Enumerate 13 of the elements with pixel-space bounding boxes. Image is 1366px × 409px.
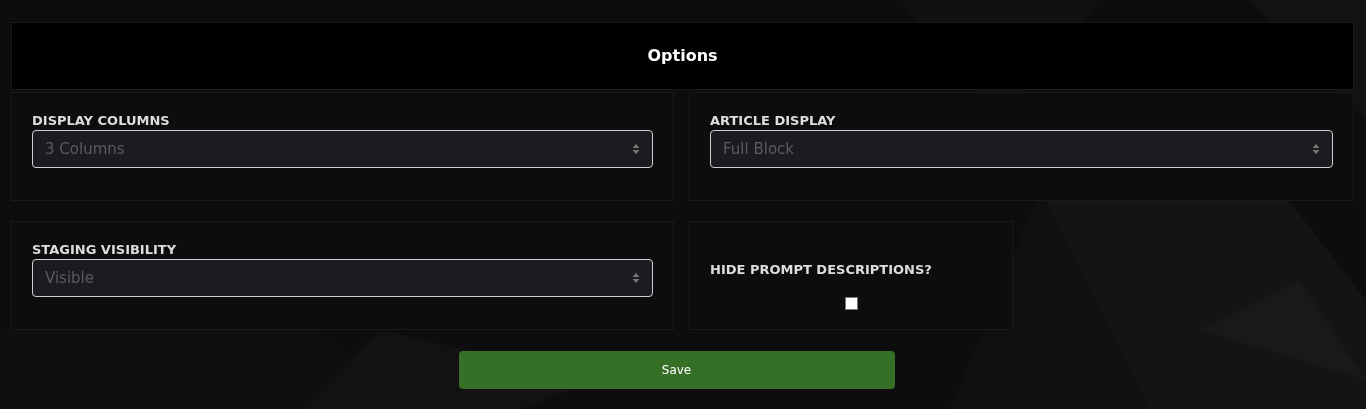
select-field[interactable]: 3 Columns	[32, 130, 653, 168]
select-field[interactable]: Full Block	[710, 130, 1333, 168]
page-title: Options	[647, 45, 718, 67]
sort-icon	[632, 272, 640, 284]
select-field[interactable]: Visible	[32, 259, 653, 297]
field-label: DISPLAY COLUMNS	[32, 113, 171, 129]
checkbox[interactable]	[844, 297, 858, 310]
sort-icon	[632, 143, 640, 155]
save-button[interactable]: Save	[458, 351, 895, 389]
field-label: STAGING VISIBILITY	[32, 242, 178, 258]
field-label: ARTICLE DISPLAY	[710, 113, 837, 129]
sort-icon	[1312, 143, 1320, 155]
field-label: HIDE PROMPT DESCRIPTIONS?	[710, 262, 933, 278]
